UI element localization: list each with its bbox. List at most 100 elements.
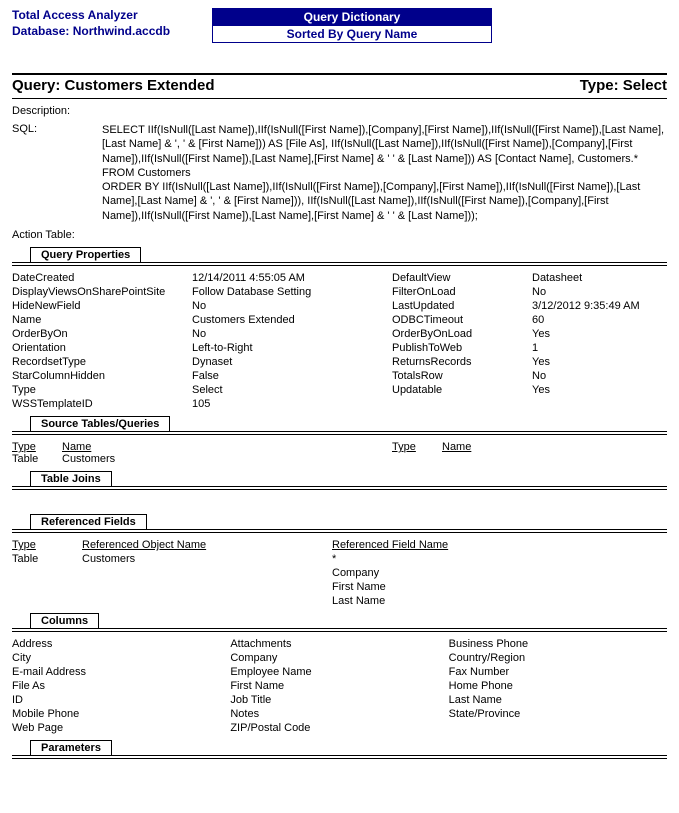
- table-cell: [392, 453, 442, 465]
- table-cell: Customers: [82, 553, 332, 565]
- source-grid: TypeNameTypeNameTableCustomers: [12, 441, 667, 465]
- action-table-row: Action Table:: [12, 229, 667, 241]
- table-cell: [82, 581, 332, 593]
- section-tab: Columns: [30, 613, 99, 628]
- property-label: DefaultView: [392, 272, 532, 284]
- column-header: Referenced Object Name: [82, 539, 332, 551]
- property-value: No: [192, 328, 392, 340]
- table-cell: Table: [12, 453, 62, 465]
- column-name: State/Province: [449, 708, 667, 720]
- property-value: [532, 398, 667, 410]
- spacer: [12, 490, 667, 508]
- column-header: Type: [12, 441, 62, 453]
- column-header: Type: [392, 441, 442, 453]
- sql-row: SQL: SELECT IIf(IsNull([Last Name]),IIf(…: [12, 123, 667, 223]
- property-label: RecordsetType: [12, 356, 192, 368]
- property-label: OrderByOn: [12, 328, 192, 340]
- column-name: Home Phone: [449, 680, 667, 692]
- section-tab: Referenced Fields: [30, 514, 147, 529]
- table-cell: Customers: [62, 453, 202, 465]
- table-cell: *: [332, 553, 667, 565]
- column-name: Job Title: [230, 694, 448, 706]
- column-name: File As: [12, 680, 230, 692]
- table-cell: [12, 581, 82, 593]
- table-cell: [442, 453, 667, 465]
- column-header: Type: [12, 539, 82, 551]
- divider: [12, 532, 667, 533]
- section-parameters: Parameters: [12, 740, 667, 759]
- divider: [12, 434, 667, 435]
- section-query-properties: Query Properties: [12, 247, 667, 266]
- property-value: 60: [532, 314, 667, 326]
- table-cell: [82, 595, 332, 607]
- query-type: Type: Select: [580, 77, 667, 94]
- property-value: Customers Extended: [192, 314, 392, 326]
- property-value: 1: [532, 342, 667, 354]
- query-name: Query: Customers Extended: [12, 77, 215, 94]
- property-value: Yes: [532, 328, 667, 340]
- divider: [12, 265, 667, 266]
- column-name: Employee Name: [230, 666, 448, 678]
- divider: [12, 486, 667, 487]
- table-cell: Company: [332, 567, 667, 579]
- property-value: Select: [192, 384, 392, 396]
- property-label: DateCreated: [12, 272, 192, 284]
- property-value: 3/12/2012 9:35:49 AM: [532, 300, 667, 312]
- divider: [12, 631, 667, 632]
- property-value: Yes: [532, 356, 667, 368]
- divider: [12, 755, 667, 756]
- property-label: OrderByOnLoad: [392, 328, 532, 340]
- table-cell: Table: [12, 553, 82, 565]
- sql-line: SELECT IIf(IsNull([Last Name]),IIf(IsNul…: [102, 123, 667, 166]
- property-label: HideNewField: [12, 300, 192, 312]
- banner-title: Query Dictionary: [212, 8, 492, 26]
- property-value: False: [192, 370, 392, 382]
- property-value: Dynaset: [192, 356, 392, 368]
- property-label: ReturnsRecords: [392, 356, 532, 368]
- divider: [12, 529, 667, 530]
- section-source: Source Tables/Queries: [12, 416, 667, 435]
- column-name: Country/Region: [449, 652, 667, 664]
- property-value: No: [532, 370, 667, 382]
- property-label: LastUpdated: [392, 300, 532, 312]
- column-name: Company: [230, 652, 448, 664]
- divider: [12, 262, 667, 263]
- header-banner: Query Dictionary Sorted By Query Name: [212, 8, 492, 43]
- sql-label: SQL:: [12, 123, 102, 223]
- section-tab: Source Tables/Queries: [30, 416, 170, 431]
- divider: [12, 628, 667, 629]
- query-title-row: Query: Customers Extended Type: Select: [12, 75, 667, 98]
- property-label: DisplayViewsOnSharePointSite: [12, 286, 192, 298]
- column-name: Notes: [230, 708, 448, 720]
- database-label: Database: Northwind.accdb: [12, 24, 212, 40]
- table-cell: [12, 567, 82, 579]
- property-label: ODBCTimeout: [392, 314, 532, 326]
- property-label: Orientation: [12, 342, 192, 354]
- sql-line: ORDER BY IIf(IsNull([Last Name]),IIf(IsN…: [102, 180, 667, 223]
- column-name: Web Page: [12, 722, 230, 734]
- divider: [12, 98, 667, 99]
- column-name: Business Phone: [449, 638, 667, 650]
- description-label: Description:: [12, 105, 102, 117]
- column-header: Name: [442, 441, 667, 453]
- column-header: Referenced Field Name: [332, 539, 667, 551]
- property-label: FilterOnLoad: [392, 286, 532, 298]
- column-name: ID: [12, 694, 230, 706]
- column-name: Fax Number: [449, 666, 667, 678]
- property-label: PublishToWeb: [392, 342, 532, 354]
- table-cell: [202, 453, 392, 465]
- section-tab: Table Joins: [30, 471, 112, 486]
- section-tab: Parameters: [30, 740, 112, 755]
- section-columns: Columns: [12, 613, 667, 632]
- property-label: Name: [12, 314, 192, 326]
- column-name: City: [12, 652, 230, 664]
- property-value: Yes: [532, 384, 667, 396]
- property-label: Type: [12, 384, 192, 396]
- column-name: Mobile Phone: [12, 708, 230, 720]
- property-label: WSSTemplateID: [12, 398, 192, 410]
- columns-grid: AddressAttachmentsBusiness Phone CityComp…: [12, 638, 667, 734]
- column-name: ZIP/Postal Code: [230, 722, 448, 734]
- property-value: 12/14/2011 4:55:05 AM: [192, 272, 392, 284]
- column-name: Attachments: [230, 638, 448, 650]
- column-name: Address: [12, 638, 230, 650]
